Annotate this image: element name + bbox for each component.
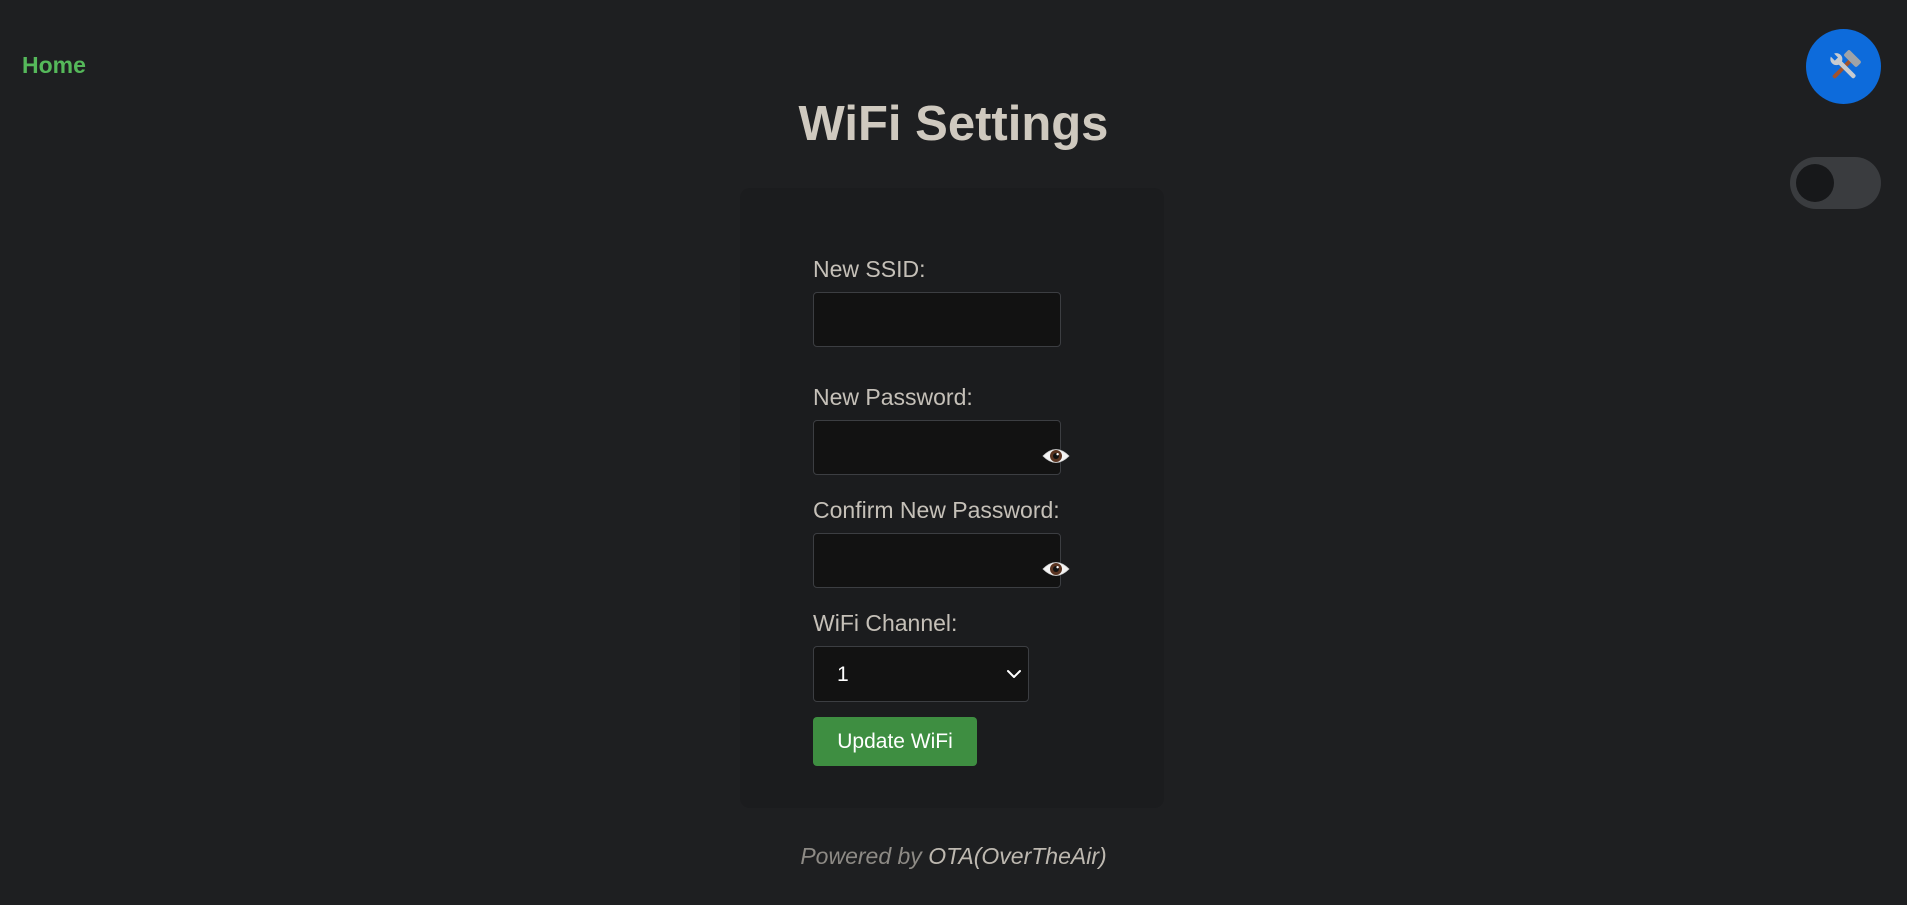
confirm-password-label: Confirm New Password: <box>813 497 1060 523</box>
channel-label: WiFi Channel: <box>813 610 958 636</box>
theme-toggle[interactable] <box>1790 157 1881 209</box>
ssid-label: New SSID: <box>813 256 926 282</box>
ssid-input[interactable] <box>813 292 1061 347</box>
page: Home WiFi Settings New SSID: New Passwor… <box>0 0 1907 905</box>
footer: Powered by OTA(OverTheAir) <box>0 845 1907 868</box>
tools-icon <box>1829 49 1861 78</box>
toggle-knob <box>1796 164 1834 202</box>
page-title: WiFi Settings <box>798 97 1109 151</box>
home-link[interactable]: Home <box>22 54 86 77</box>
wifi-settings-card: New SSID: New Password: Confirm New Pass… <box>740 188 1164 808</box>
password-input[interactable] <box>813 420 1061 475</box>
channel-select[interactable]: 1 <box>813 646 1029 702</box>
footer-brand: OTA(OverTheAir) <box>928 843 1107 869</box>
confirm-password-input[interactable] <box>813 533 1061 588</box>
eye-icon[interactable] <box>1042 445 1070 467</box>
chevron-down-icon <box>1007 670 1021 678</box>
footer-prefix: Powered by <box>800 843 929 869</box>
update-wifi-button[interactable]: Update WiFi <box>813 717 977 766</box>
tools-button[interactable] <box>1806 29 1881 104</box>
channel-selected-value: 1 <box>837 663 849 686</box>
password-label: New Password: <box>813 384 973 410</box>
eye-icon[interactable] <box>1042 558 1070 580</box>
